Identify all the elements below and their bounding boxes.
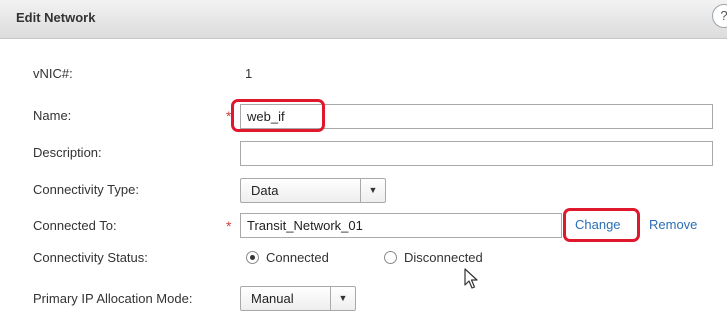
- connected-to-label: Connected To:: [33, 218, 117, 233]
- chevron-down-icon: ▼: [330, 287, 355, 310]
- description-input[interactable]: [240, 141, 713, 166]
- connected-to-required-marker: *: [226, 218, 232, 234]
- help-icon[interactable]: ?: [712, 4, 727, 28]
- chevron-down-icon: ▼: [360, 179, 385, 202]
- primary-ip-mode-select[interactable]: Manual ▼: [240, 286, 356, 311]
- connectivity-type-select[interactable]: Data ▼: [240, 178, 386, 203]
- description-label: Description:: [33, 145, 102, 160]
- disconnected-radio-label: Disconnected: [404, 250, 483, 265]
- connectivity-type-label: Connectivity Type:: [33, 182, 139, 197]
- primary-ip-mode-value: Manual: [251, 291, 294, 306]
- connected-radio-label: Connected: [266, 250, 329, 265]
- disconnected-radio[interactable]: [384, 251, 397, 264]
- connected-to-input[interactable]: [240, 213, 562, 238]
- name-highlight-annotation: [231, 99, 325, 132]
- vnic-label: vNIC#:: [33, 66, 73, 81]
- vnic-value: 1: [245, 66, 253, 81]
- connectivity-type-value: Data: [251, 183, 279, 198]
- dialog-title: Edit Network: [16, 10, 96, 25]
- dialog-titlebar: Edit Network ?: [0, 0, 727, 39]
- remove-link[interactable]: Remove: [649, 217, 697, 232]
- connected-radio[interactable]: [246, 251, 259, 264]
- primary-ip-mode-label: Primary IP Allocation Mode:: [33, 291, 193, 306]
- mouse-cursor-icon: [464, 268, 478, 289]
- change-highlight-annotation: [563, 208, 640, 242]
- connectivity-status-label: Connectivity Status:: [33, 250, 148, 265]
- name-label: Name:: [33, 108, 72, 123]
